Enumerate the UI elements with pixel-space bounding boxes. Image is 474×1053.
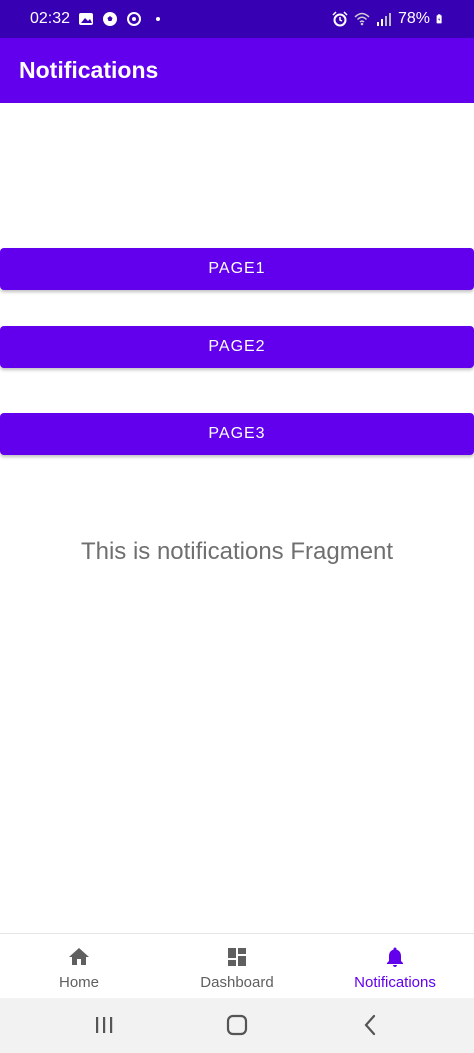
soccer-ball-icon bbox=[103, 12, 118, 26]
page3-button[interactable]: PAGE3 bbox=[0, 413, 474, 455]
fragment-text: This is notifications Fragment bbox=[80, 538, 394, 565]
alarm-icon bbox=[332, 11, 348, 27]
home-icon bbox=[69, 948, 89, 965]
nav-label-home: Home bbox=[58, 974, 99, 991]
battery-percent: 78% bbox=[397, 10, 430, 27]
page2-button[interactable]: PAGE2 bbox=[0, 326, 474, 368]
page1-button[interactable]: PAGE1 bbox=[0, 248, 474, 290]
page-title: Notifications bbox=[19, 57, 159, 83]
nav-label-notifications: Notifications bbox=[354, 974, 436, 991]
wifi-icon bbox=[354, 12, 370, 26]
battery-icon bbox=[436, 14, 442, 24]
home-button-icon[interactable] bbox=[222, 1010, 252, 1040]
nav-item-dashboard[interactable]: Dashboard bbox=[158, 934, 316, 999]
dashboard-icon bbox=[228, 948, 246, 966]
bell-icon bbox=[387, 947, 403, 967]
status-left: 02:32 bbox=[30, 0, 161, 38]
image-icon bbox=[79, 13, 94, 25]
nav-item-notifications[interactable]: Notifications bbox=[316, 934, 474, 999]
status-bar: 02:32 78% bbox=[0, 0, 474, 38]
recents-icon[interactable] bbox=[89, 1010, 119, 1040]
status-time: 02:32 bbox=[30, 10, 71, 27]
signal-icon bbox=[376, 13, 391, 26]
notification-dot-icon bbox=[156, 17, 161, 21]
nav-item-home[interactable]: Home bbox=[0, 934, 158, 999]
sync-icon bbox=[127, 12, 142, 26]
nav-label-dashboard: Dashboard bbox=[200, 974, 274, 991]
system-navigation-bar bbox=[0, 998, 474, 1053]
app-bar: Notifications bbox=[0, 38, 474, 103]
bottom-navigation: Home Dashboard Notifications bbox=[0, 933, 474, 999]
back-icon[interactable] bbox=[355, 1010, 385, 1040]
status-right: 78% bbox=[332, 0, 446, 38]
